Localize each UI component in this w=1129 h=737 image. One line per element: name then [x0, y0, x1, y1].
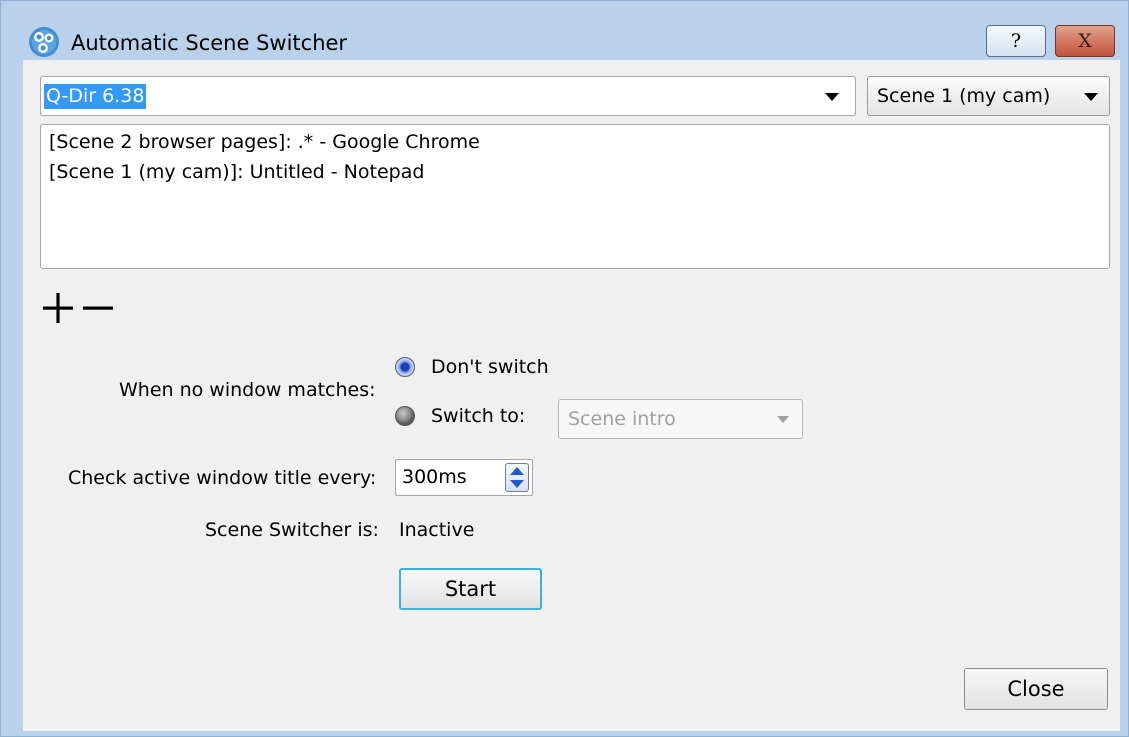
dont-switch-label[interactable]: Don't switch: [431, 354, 549, 380]
spin-up-icon[interactable]: [510, 467, 524, 475]
window-title: Automatic Scene Switcher: [71, 31, 348, 55]
window-title-value: Q-Dir 6.38: [44, 84, 147, 109]
list-item[interactable]: [Scene 1 (my cam)]: Untitled - Notepad: [49, 159, 424, 185]
scene-select-value: Scene 1 (my cam): [877, 85, 1051, 107]
check-interval-value[interactable]: 300ms: [402, 465, 467, 490]
spin-buttons[interactable]: [505, 463, 529, 492]
chevron-down-icon: [825, 93, 839, 101]
chevron-down-icon: [777, 416, 789, 423]
window-title-select[interactable]: Q-Dir 6.38: [40, 76, 856, 116]
title-bar: Automatic Scene Switcher ? X: [1, 1, 1128, 59]
switch-rules-list[interactable]: [Scene 2 browser pages]: .* - Google Chr…: [40, 124, 1110, 269]
minus-icon[interactable]: [81, 292, 115, 324]
close-window-button[interactable]: X: [1055, 25, 1115, 57]
chevron-down-icon: [1084, 93, 1098, 101]
dont-switch-radio[interactable]: [395, 357, 415, 377]
status-label: Scene Switcher is:: [205, 519, 379, 541]
help-button[interactable]: ?: [986, 25, 1046, 57]
switch-to-scene-select: Scene intro: [558, 399, 803, 439]
no-match-label: When no window matches:: [119, 379, 376, 401]
list-item[interactable]: [Scene 2 browser pages]: .* - Google Chr…: [49, 129, 480, 155]
obs-logo-icon: [29, 27, 59, 57]
switch-to-scene-value: Scene intro: [568, 408, 676, 430]
plus-icon[interactable]: [41, 292, 75, 324]
dialog-window: Automatic Scene Switcher ? X Q-Dir 6.38 …: [0, 0, 1129, 737]
check-interval-spinbox[interactable]: 300ms: [395, 459, 533, 496]
start-button[interactable]: Start: [399, 568, 542, 610]
switch-to-label[interactable]: Switch to:: [431, 403, 525, 429]
switch-to-radio[interactable]: [395, 406, 415, 426]
spin-down-icon[interactable]: [510, 480, 524, 488]
check-interval-label: Check active window title every:: [68, 467, 377, 489]
scene-select[interactable]: Scene 1 (my cam): [867, 76, 1110, 116]
close-button[interactable]: Close: [964, 668, 1108, 710]
status-value: Inactive: [399, 519, 475, 541]
dialog-content: Q-Dir 6.38 Scene 1 (my cam) [Scene 2 bro…: [23, 60, 1120, 731]
